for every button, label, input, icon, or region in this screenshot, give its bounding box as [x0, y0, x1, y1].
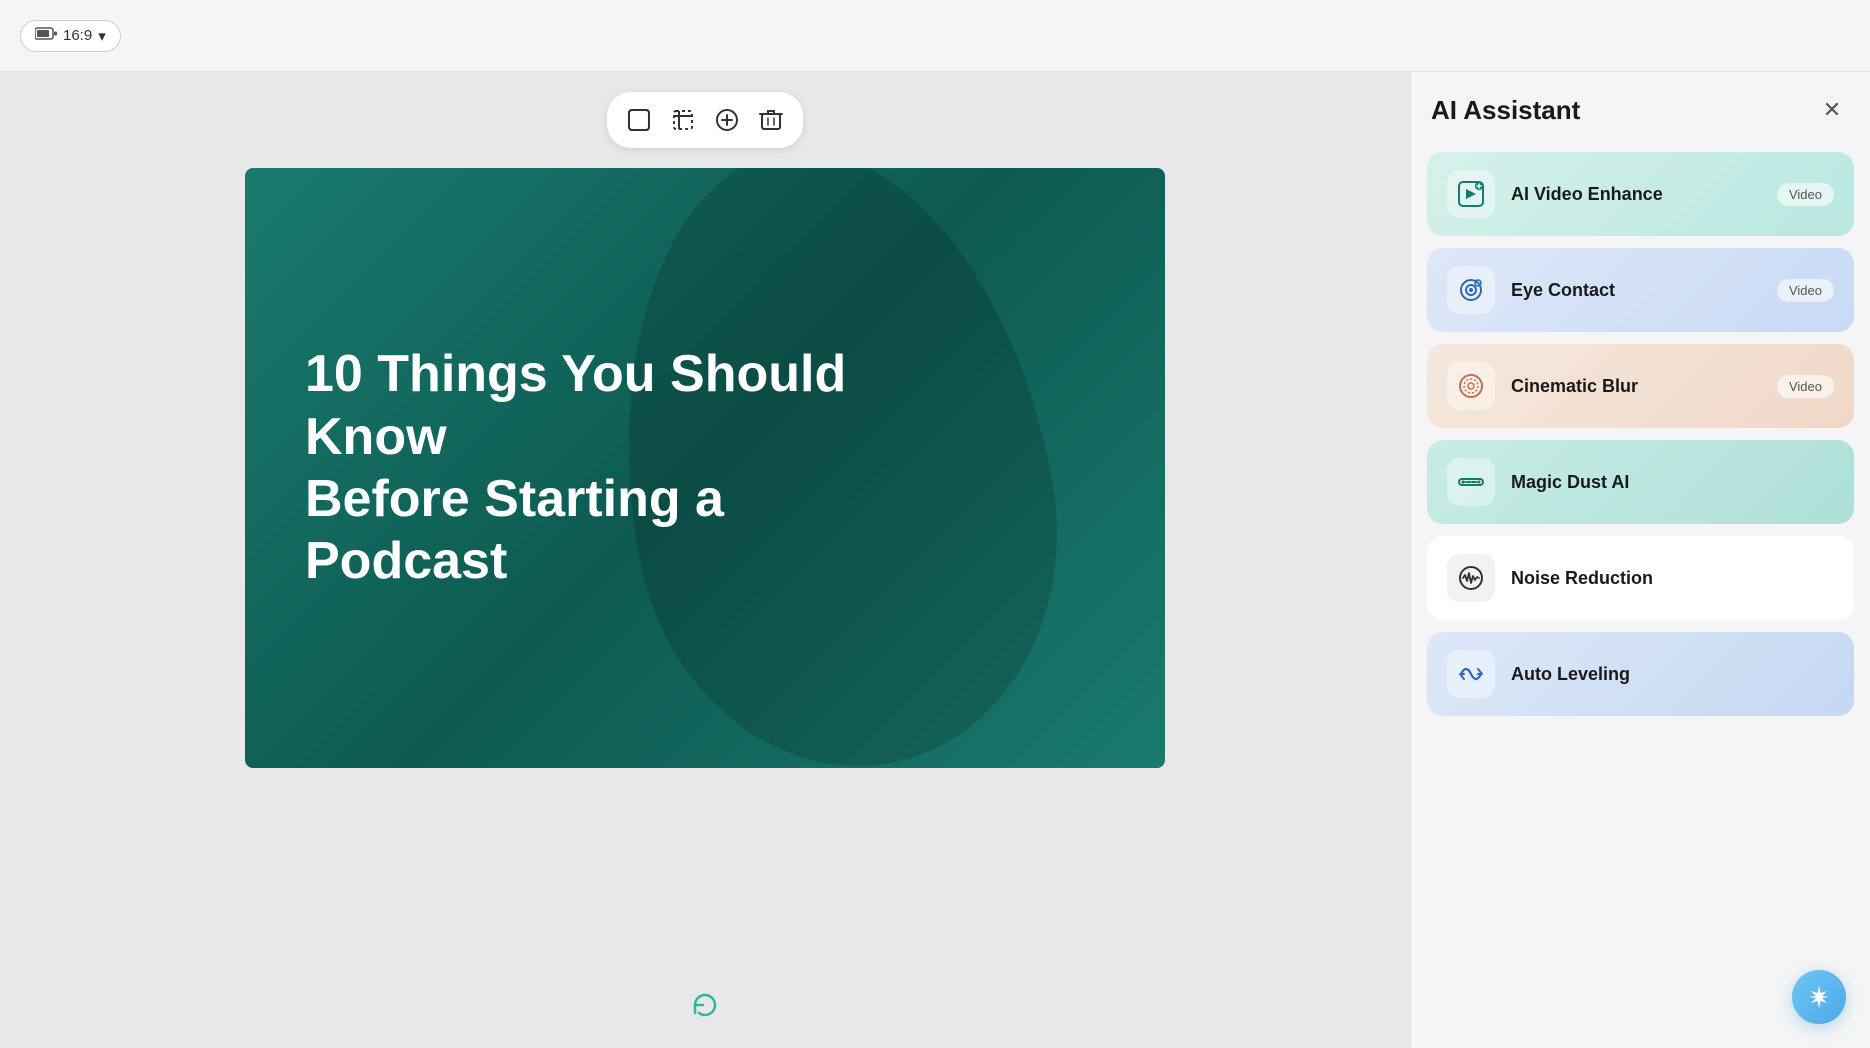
select-button[interactable]: [619, 100, 659, 140]
card-badge-eye-contact: Video: [1777, 279, 1834, 302]
card-auto-leveling[interactable]: Auto Leveling: [1427, 632, 1854, 716]
card-badge-ai-video-enhance: Video: [1777, 183, 1834, 206]
card-badge-cinematic-blur: Video: [1777, 375, 1834, 398]
aspect-ratio-label: 16:9: [63, 27, 92, 44]
card-magic-dust-ai[interactable]: Magic Dust AI: [1427, 440, 1854, 524]
battery-icon: [35, 27, 57, 44]
card-title-magic-dust-ai: Magic Dust AI: [1511, 472, 1834, 493]
card-title-eye-contact: Eye Contact: [1511, 280, 1761, 301]
top-bar: 16:9 ▾: [0, 0, 1870, 72]
preview-area: 10 Things You Should Know Before Startin…: [0, 72, 1410, 1048]
card-title-noise-reduction: Noise Reduction: [1511, 568, 1834, 589]
ai-fab-button[interactable]: [1792, 970, 1846, 1024]
main-layout: 10 Things You Should Know Before Startin…: [0, 72, 1870, 1048]
ai-cards-list: AI Video Enhance Video Eye Contact Video: [1427, 152, 1854, 716]
card-eye-contact[interactable]: Eye Contact Video: [1427, 248, 1854, 332]
add-button[interactable]: [707, 100, 747, 140]
aspect-ratio-button[interactable]: 16:9 ▾: [20, 20, 121, 52]
card-cinematic-blur[interactable]: Cinematic Blur Video: [1427, 344, 1854, 428]
card-noise-reduction[interactable]: Noise Reduction: [1427, 536, 1854, 620]
delete-button[interactable]: [751, 100, 791, 140]
card-icon-eye-contact: [1447, 266, 1495, 314]
card-title-auto-leveling: Auto Leveling: [1511, 664, 1834, 685]
toolbar: [607, 92, 803, 148]
card-title-ai-video-enhance: AI Video Enhance: [1511, 184, 1761, 205]
video-preview: 10 Things You Should Know Before Startin…: [245, 168, 1165, 768]
card-icon-auto-leveling: [1447, 650, 1495, 698]
card-icon-noise-reduction: [1447, 554, 1495, 602]
panel-title: AI Assistant: [1431, 95, 1580, 126]
refresh-button[interactable]: [689, 989, 721, 1028]
card-title-cinematic-blur: Cinematic Blur: [1511, 376, 1761, 397]
close-button[interactable]: ✕: [1814, 92, 1850, 128]
card-icon-cinematic-blur: [1447, 362, 1495, 410]
card-icon-magic-dust-ai: [1447, 458, 1495, 506]
panel-header: AI Assistant ✕: [1427, 92, 1854, 128]
chevron-icon: ▾: [98, 27, 106, 45]
card-icon-ai-video-enhance: [1447, 170, 1495, 218]
video-title-text: 10 Things You Should Know Before Startin…: [245, 283, 925, 653]
crop-button[interactable]: [663, 100, 703, 140]
right-panel: AI Assistant ✕ AI Video Enhance Video: [1410, 72, 1870, 1048]
card-ai-video-enhance[interactable]: AI Video Enhance Video: [1427, 152, 1854, 236]
